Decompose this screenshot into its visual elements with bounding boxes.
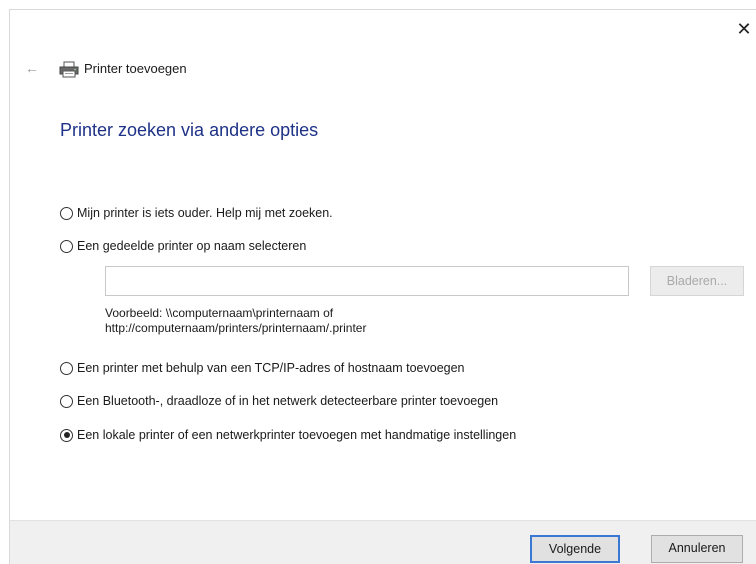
option-local-printer-manual[interactable]: Een lokale printer of een netwerkprinter… [60, 428, 516, 442]
next-button[interactable]: Volgende [530, 535, 620, 563]
option-bluetooth-wireless-printer[interactable]: Een Bluetooth-, draadloze of in het netw… [60, 394, 498, 408]
page-heading: Printer zoeken via andere opties [60, 120, 319, 140]
example-text: Voorbeeld: \\computernaam\printernaam of… [105, 306, 366, 336]
close-icon: ✕ [736, 19, 752, 39]
add-printer-dialog: ✕ ← Printer toevoegen Printer zoeken via… [9, 9, 756, 564]
option-older-printer[interactable]: Mijn printer is iets ouder. Help mij met… [60, 206, 333, 220]
radio-button-selected[interactable] [60, 428, 73, 442]
option-shared-printer-by-name[interactable]: Een gedeelde printer op naam selecteren [60, 239, 306, 253]
option-label: Een lokale printer of een netwerkprinter… [77, 428, 517, 442]
radio-button[interactable] [60, 361, 73, 375]
radio-button[interactable] [60, 394, 73, 408]
example-line-1: Voorbeeld: \\computernaam\printernaam of [105, 306, 334, 320]
option-tcp-ip-printer[interactable]: Een printer met behulp van een TCP/IP-ad… [60, 361, 465, 375]
shared-printer-name-input[interactable] [105, 266, 629, 296]
radio-button[interactable] [60, 239, 73, 253]
browse-button[interactable]: Bladeren... [650, 266, 744, 296]
close-button[interactable]: ✕ [732, 14, 756, 44]
back-button[interactable]: ← [25, 60, 39, 76]
printer-icon [59, 61, 79, 78]
option-label: Een printer met behulp van een TCP/IP-ad… [77, 361, 465, 375]
back-arrow-icon: ← [25, 60, 39, 76]
example-line-2: http://computernaam/printers/printernaam… [105, 321, 367, 335]
radio-button[interactable] [60, 206, 73, 220]
window-title: Printer toevoegen [84, 61, 187, 76]
option-label: Mijn printer is iets ouder. Help mij met… [77, 206, 333, 220]
cancel-button[interactable]: Annuleren [651, 535, 743, 563]
option-label: Een Bluetooth-, draadloze of in het netw… [77, 394, 499, 408]
dialog-footer: Volgende Annuleren [10, 520, 756, 564]
option-label: Een gedeelde printer op naam selecteren [77, 239, 307, 253]
